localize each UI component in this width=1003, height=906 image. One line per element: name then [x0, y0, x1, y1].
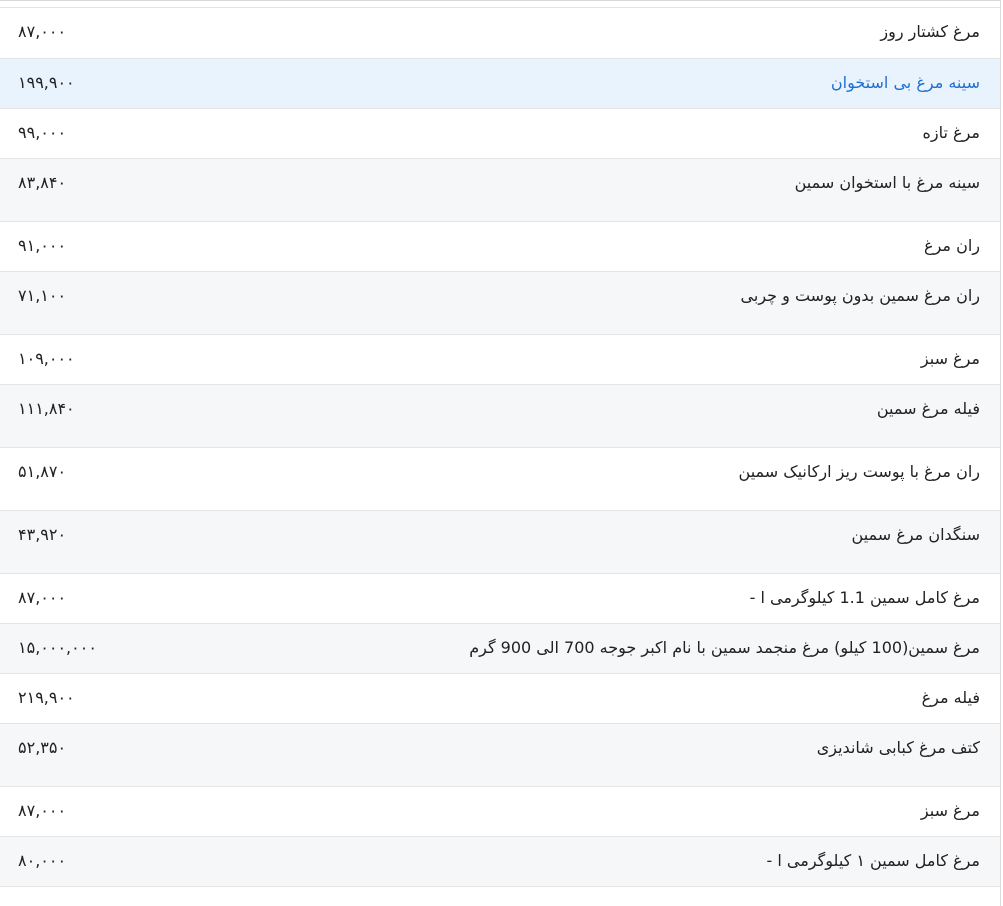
- table-row[interactable]: ۹۱,۰۰۰ ران مرغ: [0, 221, 1000, 271]
- table-row[interactable]: ۵۲,۳۵۰ کتف مرغ کبابی شاندیزی: [0, 723, 1000, 786]
- table-row[interactable]: ۱۰۹,۰۰۰ مرغ سبز: [0, 334, 1000, 384]
- price-cell: ۸۰,۰۰۰: [18, 850, 67, 870]
- product-name-cell: مرغ کامل سمین ۱ کیلوگرمی ا -: [766, 850, 980, 870]
- product-name-cell: فیله مرغ: [921, 687, 980, 707]
- price-cell: ۷۱,۱۰۰: [18, 285, 67, 305]
- table-row[interactable]: ۹۹,۰۰۰ مرغ تازه: [0, 108, 1000, 158]
- price-cell: ۸۳,۸۴۰: [18, 172, 67, 192]
- price-table: ۸۷,۰۰۰ مرغ کشتار روز ۱۹۹,۹۰۰ سینه مرغ بی…: [0, 8, 1000, 887]
- price-cell: ۹۹,۰۰۰: [18, 122, 67, 142]
- product-name-cell: مرغ سبز: [920, 348, 980, 368]
- table-row[interactable]: ۸۷,۰۰۰ مرغ کامل سمین 1.1 کیلوگرمی ا -: [0, 573, 1000, 623]
- price-cell: ۹۱,۰۰۰: [18, 235, 67, 255]
- product-name-cell: فیله مرغ سمین: [876, 398, 980, 418]
- table-row[interactable]: ۸۳,۸۴۰ سینه مرغ با استخوان سمین: [0, 158, 1000, 221]
- table-row[interactable]: ۲۱۹,۹۰۰ فیله مرغ: [0, 673, 1000, 723]
- product-name-cell: ران مرغ با پوست ریز ارکانیک سمین: [738, 461, 980, 481]
- product-name-cell: مرغ تازه: [922, 122, 980, 142]
- price-cell: ۵۲,۳۵۰: [18, 737, 67, 757]
- price-cell: ۱۵,۰۰۰,۰۰۰: [18, 637, 97, 657]
- price-cell: ۲۱۹,۹۰۰: [18, 687, 75, 707]
- price-cell: ۱۹۹,۹۰۰: [18, 72, 75, 92]
- table-row[interactable]: ۵۱,۸۷۰ ران مرغ با پوست ریز ارکانیک سمین: [0, 447, 1000, 510]
- table-top-border: [0, 1, 1000, 8]
- product-name-cell: ران مرغ سمین بدون پوست و چربی: [740, 285, 980, 305]
- product-name-cell: مرغ کشتار روز: [880, 22, 980, 41]
- product-name-cell: مرغ کامل سمین 1.1 کیلوگرمی ا -: [749, 587, 980, 607]
- table-row[interactable]: ۸۷,۰۰۰ مرغ کشتار روز: [0, 8, 1000, 58]
- table-row[interactable]: ۴۳,۹۲۰ سنگدان مرغ سمین: [0, 510, 1000, 573]
- product-name-cell: کتف مرغ کبابی شاندیزی: [816, 737, 980, 757]
- price-cell: ۴۳,۹۲۰: [18, 524, 67, 544]
- price-cell: ۸۷,۰۰۰: [18, 800, 67, 820]
- table-row[interactable]: ۱۵,۰۰۰,۰۰۰ مرغ سمین(100 کیلو) مرغ منجمد …: [0, 623, 1000, 673]
- table-row[interactable]: ۸۰,۰۰۰ مرغ کامل سمین ۱ کیلوگرمی ا -: [0, 836, 1000, 886]
- price-cell: ۵۱,۸۷۰: [18, 461, 67, 481]
- product-name-cell: سنگدان مرغ سمین: [851, 524, 980, 544]
- product-name-cell: سینه مرغ با استخوان سمین: [794, 172, 980, 192]
- table-row-highlighted[interactable]: ۱۹۹,۹۰۰ سینه مرغ بی استخوان: [0, 58, 1000, 108]
- price-cell: ۸۷,۰۰۰: [18, 22, 67, 41]
- table-row[interactable]: ۸۷,۰۰۰ مرغ سبز: [0, 786, 1000, 836]
- product-name-link[interactable]: سینه مرغ بی استخوان: [218, 58, 1000, 108]
- product-name-cell: مرغ سبز: [920, 800, 980, 820]
- price-list-panel: ۸۷,۰۰۰ مرغ کشتار روز ۱۹۹,۹۰۰ سینه مرغ بی…: [0, 0, 1001, 906]
- product-name-cell: ران مرغ: [924, 235, 980, 255]
- product-name-cell: مرغ سمین(100 کیلو) مرغ منجمد سمین با نام…: [469, 637, 980, 657]
- table-row[interactable]: ۱۱۱,۸۴۰ فیله مرغ سمین: [0, 384, 1000, 447]
- price-cell: ۱۰۹,۰۰۰: [18, 348, 75, 368]
- price-cell: ۸۷,۰۰۰: [18, 587, 67, 607]
- table-row[interactable]: ۷۱,۱۰۰ ران مرغ سمین بدون پوست و چربی: [0, 271, 1000, 334]
- price-cell: ۱۱۱,۸۴۰: [18, 398, 75, 418]
